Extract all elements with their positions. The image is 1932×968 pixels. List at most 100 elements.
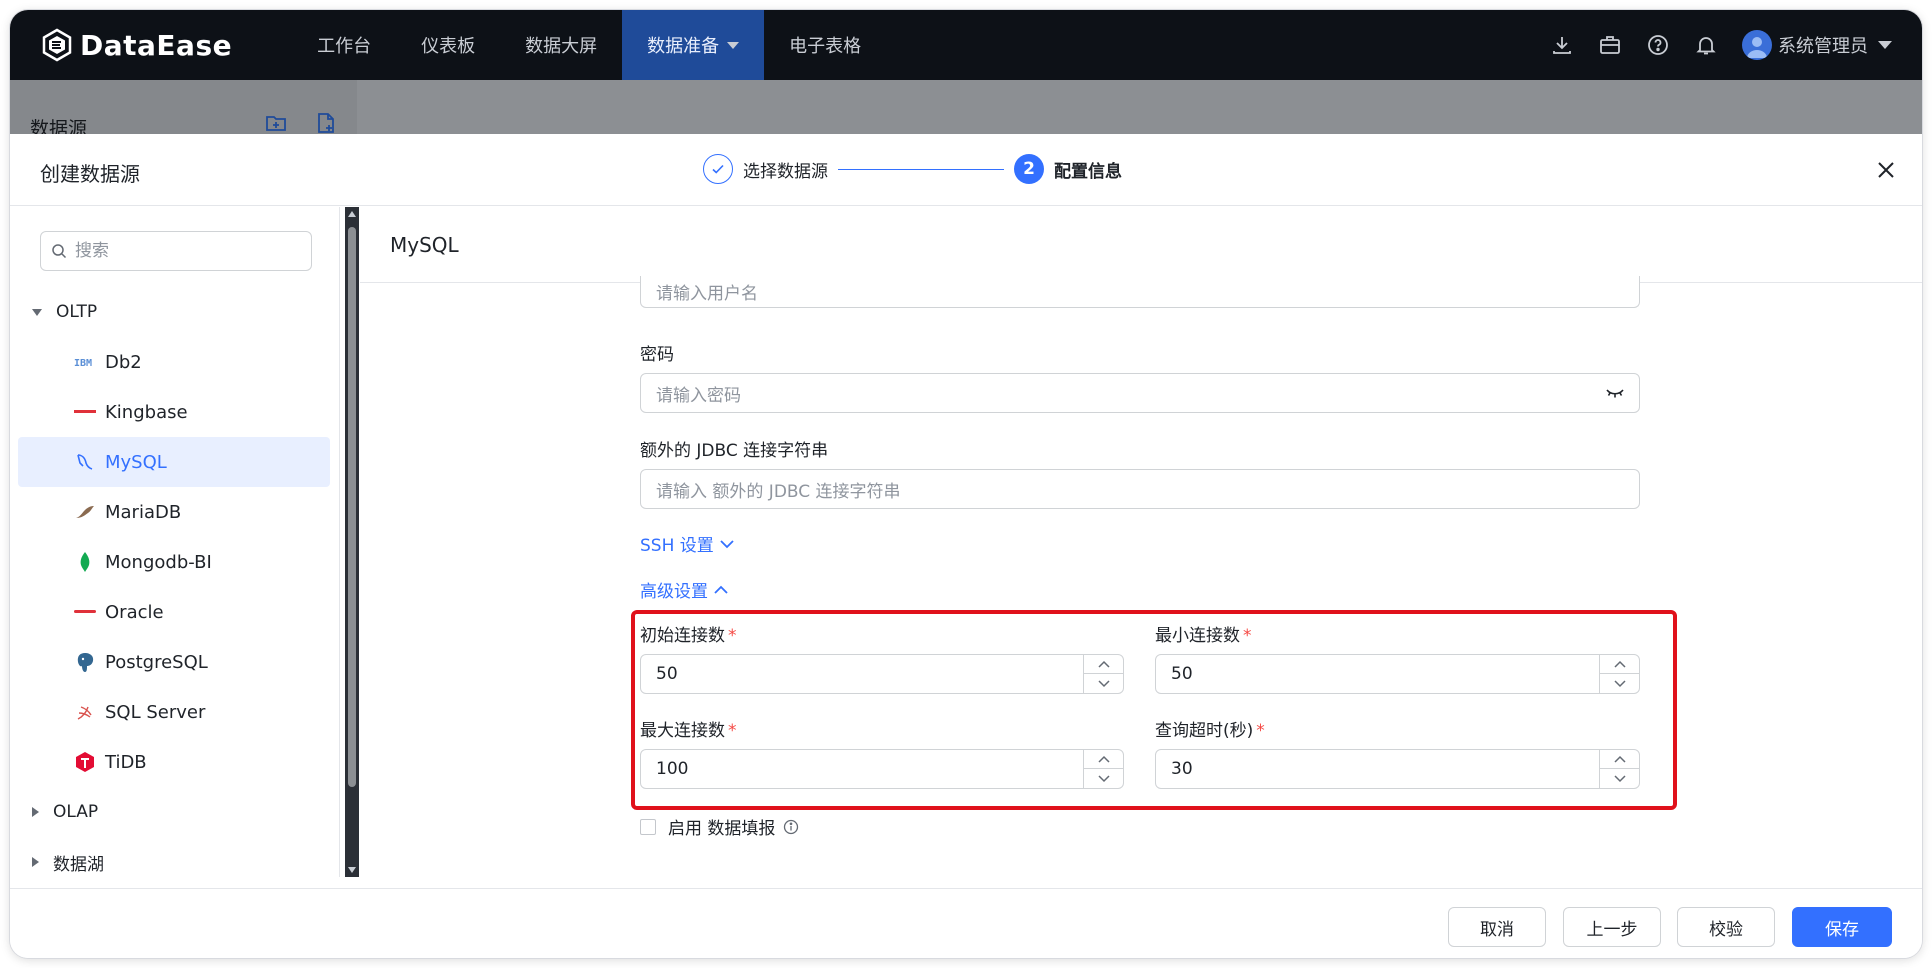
validate-button[interactable]: 校验 bbox=[1677, 907, 1775, 947]
close-icon[interactable] bbox=[1874, 158, 1898, 182]
nav-item-screen[interactable]: 数据大屏 bbox=[500, 10, 622, 80]
tree-item-label: PostgreSQL bbox=[105, 651, 208, 673]
tree-item-mariadb[interactable]: MariaDB bbox=[18, 487, 330, 537]
tree-item-label: Oracle bbox=[105, 601, 164, 623]
search-icon bbox=[52, 244, 67, 259]
advanced-settings-toggle[interactable]: 高级设置 bbox=[640, 577, 728, 602]
tree-group-datalake[interactable]: 数据湖 bbox=[10, 837, 338, 887]
left-panel-scrollbar[interactable] bbox=[345, 207, 359, 877]
ibm-icon: IBM bbox=[73, 350, 97, 374]
tree-item-label: TiDB bbox=[105, 751, 147, 773]
tree-group-olap[interactable]: OLAP bbox=[10, 787, 338, 837]
nav-actions: 系统管理员 bbox=[1526, 10, 1922, 80]
tree-item-label: Kingbase bbox=[105, 401, 188, 423]
nav-item-spreadsheet[interactable]: 电子表格 bbox=[764, 10, 886, 80]
nav-item-dashboard[interactable]: 仪表板 bbox=[396, 10, 500, 80]
tree-item-sqlserver[interactable]: SQL Server bbox=[18, 687, 330, 737]
advanced-settings-label: 高级设置 bbox=[640, 582, 708, 602]
checkbox-square[interactable] bbox=[640, 818, 656, 835]
scroll-up-icon[interactable] bbox=[348, 211, 356, 217]
chevron-up-icon bbox=[714, 585, 728, 594]
jdbc-label: 额外的 JDBC 连接字符串 bbox=[640, 441, 829, 461]
tree-item-oracle[interactable]: Oracle bbox=[18, 587, 330, 637]
password-input[interactable]: 请输入密码 bbox=[640, 373, 1640, 413]
chevron-down-icon bbox=[720, 539, 734, 548]
caret-down-icon bbox=[1878, 41, 1892, 49]
prev-step-button[interactable]: 上一步 bbox=[1563, 907, 1661, 947]
dataease-logo-icon bbox=[42, 28, 72, 62]
user-name: 系统管理员 bbox=[1778, 36, 1868, 57]
svg-text:IBM: IBM bbox=[74, 358, 92, 368]
caret-right-icon bbox=[32, 857, 39, 867]
tree-item-label: MariaDB bbox=[105, 501, 182, 523]
ssh-settings-toggle[interactable]: SSH 设置 bbox=[640, 531, 734, 556]
help-icon[interactable] bbox=[1646, 33, 1670, 57]
kingbase-icon bbox=[73, 400, 97, 424]
caret-down-icon bbox=[32, 308, 42, 316]
brand-name: DataEase bbox=[80, 28, 233, 62]
user-menu[interactable]: 系统管理员 bbox=[1742, 30, 1892, 60]
download-icon[interactable] bbox=[1550, 33, 1574, 57]
dialog-title: 创建数据源 bbox=[40, 162, 140, 186]
tree-item-label: Db2 bbox=[105, 351, 142, 373]
enable-data-fill-label: 启用 数据填报 bbox=[668, 819, 776, 839]
username-input[interactable]: 请输入用户名 bbox=[640, 276, 1640, 308]
oracle-icon bbox=[73, 600, 97, 624]
cancel-button[interactable]: 取消 bbox=[1448, 907, 1546, 947]
tree-item-label: Mongodb-BI bbox=[105, 551, 212, 573]
create-datasource-dialog: 创建数据源 选择数据源 2 配置信息 搜索 OLTP IBM Db2 Kingb… bbox=[10, 134, 1922, 958]
dialog-header: 创建数据源 选择数据源 2 配置信息 bbox=[10, 134, 1922, 206]
config-title: MySQL bbox=[390, 233, 459, 257]
top-navbar: DataEase 工作台 仪表板 数据大屏 数据准备 电子表格 系统管理员 bbox=[10, 10, 1922, 80]
toolbox-icon[interactable] bbox=[1598, 33, 1622, 57]
password-label: 密码 bbox=[640, 345, 674, 365]
highlight-box bbox=[631, 610, 1677, 810]
info-icon[interactable] bbox=[783, 819, 799, 835]
config-header: MySQL bbox=[360, 207, 1922, 283]
tree-item-postgresql[interactable]: PostgreSQL bbox=[18, 637, 330, 687]
app-window: DataEase 工作台 仪表板 数据大屏 数据准备 电子表格 系统管理员 数据… bbox=[10, 10, 1922, 958]
stepper: 选择数据源 2 配置信息 bbox=[703, 154, 1122, 184]
dialog-footer: 取消 上一步 校验 保存 bbox=[10, 888, 1922, 958]
tree-item-label: MySQL bbox=[105, 451, 167, 473]
mysql-icon bbox=[73, 450, 97, 474]
nav-item-label: 电子表格 bbox=[789, 36, 862, 57]
nav-item-data-prep[interactable]: 数据准备 bbox=[622, 10, 765, 80]
step-2-number: 2 bbox=[1014, 154, 1044, 184]
sqlserver-icon bbox=[73, 700, 97, 724]
caret-right-icon bbox=[32, 807, 39, 817]
tree-item-mongodb-bi[interactable]: Mongodb-BI bbox=[18, 537, 330, 587]
new-file-icon bbox=[318, 113, 334, 133]
search-input[interactable] bbox=[75, 241, 295, 261]
enable-data-fill-checkbox[interactable]: 启用 数据填报 bbox=[640, 814, 799, 839]
step-done-check-icon bbox=[703, 154, 733, 184]
search-box[interactable] bbox=[40, 231, 312, 271]
tree-item-label: SQL Server bbox=[105, 701, 206, 723]
password-placeholder: 请输入密码 bbox=[656, 385, 741, 406]
eye-closed-icon[interactable] bbox=[1605, 387, 1625, 399]
tree-group-label: OLAP bbox=[53, 802, 99, 822]
tree-item-mysql[interactable]: MySQL bbox=[18, 437, 330, 487]
tree-item-tidb[interactable]: TiDB bbox=[18, 737, 330, 787]
avatar bbox=[1742, 30, 1772, 60]
step-2-label: 配置信息 bbox=[1054, 161, 1122, 182]
bell-icon[interactable] bbox=[1694, 33, 1718, 57]
tree-group-oltp[interactable]: OLTP bbox=[10, 287, 338, 337]
tree-item-db2[interactable]: IBM Db2 bbox=[18, 337, 330, 387]
nav-item-label: 工作台 bbox=[317, 36, 372, 57]
nav-item-workbench[interactable]: 工作台 bbox=[292, 10, 396, 80]
scrollbar-thumb[interactable] bbox=[348, 227, 356, 787]
tree-group-label: OLTP bbox=[56, 302, 98, 322]
tree-item-kingbase[interactable]: Kingbase bbox=[18, 387, 330, 437]
mongodb-icon bbox=[73, 550, 97, 574]
brand-logo[interactable]: DataEase bbox=[40, 28, 232, 62]
main-nav: 工作台 仪表板 数据大屏 数据准备 电子表格 bbox=[292, 10, 886, 80]
nav-item-label: 数据准备 bbox=[647, 36, 720, 57]
new-folder-icon bbox=[266, 116, 286, 131]
datasource-tree: OLTP IBM Db2 Kingbase MySQL MariaDB Mong… bbox=[10, 287, 338, 887]
jdbc-input[interactable]: 请输入 额外的 JDBC 连接字符串 bbox=[640, 469, 1640, 509]
mariadb-icon bbox=[73, 500, 97, 524]
scroll-down-icon[interactable] bbox=[348, 867, 356, 873]
save-button[interactable]: 保存 bbox=[1792, 907, 1892, 947]
ssh-settings-label: SSH 设置 bbox=[640, 536, 714, 556]
